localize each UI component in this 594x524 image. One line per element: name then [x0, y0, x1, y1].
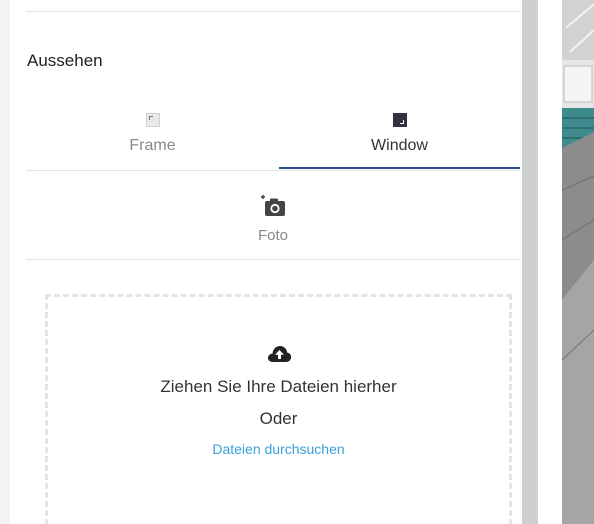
active-tab-indicator: [279, 167, 520, 169]
or-text: Oder: [259, 409, 298, 428]
gutter: [538, 0, 562, 524]
cloud-upload-icon: [267, 346, 291, 362]
photo-label: Foto: [257, 227, 288, 244]
photo-divider: [26, 259, 520, 260]
preview-image: [562, 0, 594, 524]
browse-files-link[interactable]: Dateien durchsuchen: [212, 441, 344, 457]
file-dropzone[interactable]: Ziehen Sie Ihre Dateien hierher Oder Dat…: [45, 294, 512, 524]
drop-instruction: Ziehen Sie Ihre Dateien hierher: [160, 377, 397, 396]
add-photo-icon: [261, 195, 285, 216]
tab-frame-label: Frame: [129, 137, 176, 154]
frame-icon: [145, 113, 160, 127]
tab-window[interactable]: Window: [279, 108, 520, 170]
top-divider: [26, 11, 520, 12]
tab-frame[interactable]: Frame: [26, 108, 279, 170]
page: Aussehen Frame Window Foto Ziehen Sie Ih…: [0, 0, 594, 524]
photo-option[interactable]: Foto: [26, 193, 520, 259]
panel-scrollbar[interactable]: [522, 0, 538, 524]
section-title: Aussehen: [27, 51, 103, 70]
tab-window-label: Window: [371, 137, 428, 154]
tab-divider: [26, 170, 520, 171]
window-icon: [392, 113, 407, 127]
preview-image-graphic: [562, 0, 594, 524]
